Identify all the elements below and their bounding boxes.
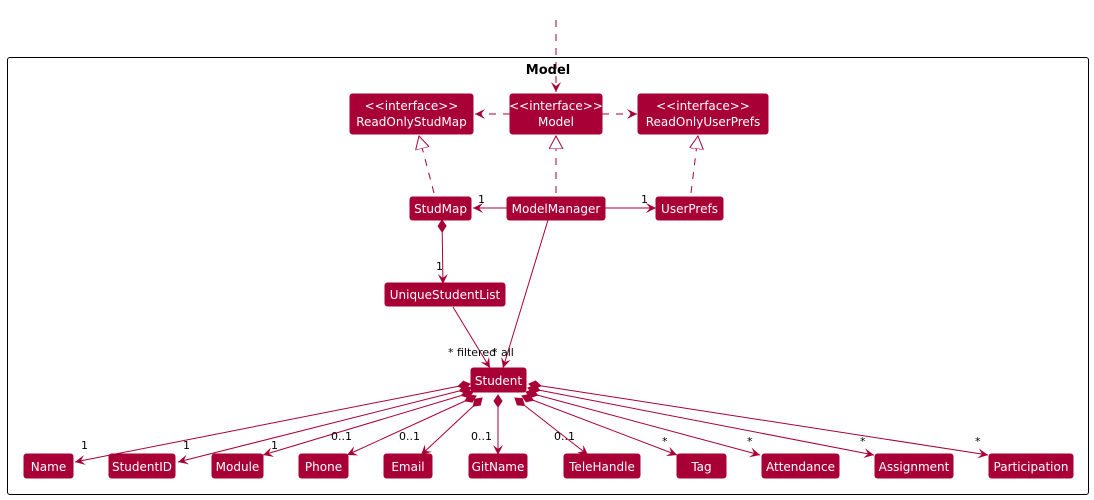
node-student[interactable]: Student [470,367,527,393]
mult-telehandle: 0..1 [554,430,575,443]
class-name: GitName [472,460,525,474]
student-telehandle-edge [514,397,589,456]
class-name: Phone [305,460,342,474]
stereotype-label: <<interface>> [365,99,459,113]
node-name[interactable]: Name [23,453,74,479]
mult-gitname: 0..1 [471,430,492,443]
mult-module: 1 [271,439,278,452]
student-tag-edge [521,393,678,457]
class-name: UserPrefs [661,202,718,216]
mult-email: 0..1 [399,430,420,443]
node-model-interface[interactable]: <<interface>> Model [509,93,603,135]
node-tag[interactable]: Tag [676,453,727,479]
class-name: Model [538,115,574,129]
node-readonlyuserprefs[interactable]: <<interface>> ReadOnlyUserPrefs [637,93,769,135]
class-name: Module [216,460,260,474]
class-name: ReadOnlyUserPrefs [646,115,761,129]
studmap-uniquestudentlist-edge [437,219,448,285]
mult-name: 1 [81,439,88,452]
node-participation[interactable]: Participation [988,453,1074,479]
stereotype-label: <<interface>> [509,99,603,113]
student-studentid-edge [177,385,472,465]
student-participation-edge [528,380,989,459]
student-email-edge [420,397,483,456]
node-modelmanager[interactable]: ModelManager [506,196,606,221]
class-name: ReadOnlyStudMap [356,115,467,129]
node-userprefs[interactable]: UserPrefs [655,196,724,221]
stereotype-label: <<interface>> [656,99,750,113]
class-name: Attendance [766,460,835,474]
class-name: Tag [690,460,711,474]
class-name: StudMap [414,202,467,216]
studmap-realizes-edge [419,136,435,194]
student-composition-edges [74,380,989,465]
class-name: TeleHandle [568,460,635,474]
node-uniquestudentlist[interactable]: UniqueStudentList [384,282,506,307]
class-name: Name [31,460,66,474]
class-name: ModelManager [512,202,601,216]
uml-class-diagram: Model 1 1 1 * filtered * all 1 1 1 0..1 … [7,20,1089,495]
class-name: UniqueStudentList [390,288,501,302]
node-phone[interactable]: Phone [298,453,349,479]
class-name: Assignment [879,460,950,474]
class-name: StudentID [112,460,172,474]
mult-filtered: * filtered [448,346,496,359]
mult-all: * all [492,346,514,359]
mult-mm-studmap: 1 [478,193,485,206]
node-studentid[interactable]: StudentID [108,453,176,479]
mult-phone: 0..1 [331,430,352,443]
mult-attendance: * [747,435,753,448]
mult-studmap-list: 1 [436,260,443,273]
mult-participation: * [975,435,981,448]
student-assignment-edge [527,384,875,459]
package-title: Model [526,63,570,78]
class-name: Email [391,460,424,474]
node-readonlystudmap[interactable]: <<interface>> ReadOnlyStudMap [349,93,474,135]
node-gitname[interactable]: GitName [468,453,528,479]
class-name: Student [475,374,523,388]
node-studmap[interactable]: StudMap [409,196,472,221]
userprefs-realizes-edge [691,136,698,194]
node-email[interactable]: Email [383,453,433,479]
node-attendance[interactable]: Attendance [761,453,840,479]
mult-studentid: 1 [183,439,190,452]
mult-tag: * [662,435,668,448]
mult-mm-userprefs: 1 [641,193,648,206]
class-name: Participation [994,460,1069,474]
mult-assignment: * [860,435,866,448]
node-module[interactable]: Module [211,453,264,479]
node-telehandle[interactable]: TeleHandle [563,453,641,479]
node-assignment[interactable]: Assignment [874,453,954,479]
